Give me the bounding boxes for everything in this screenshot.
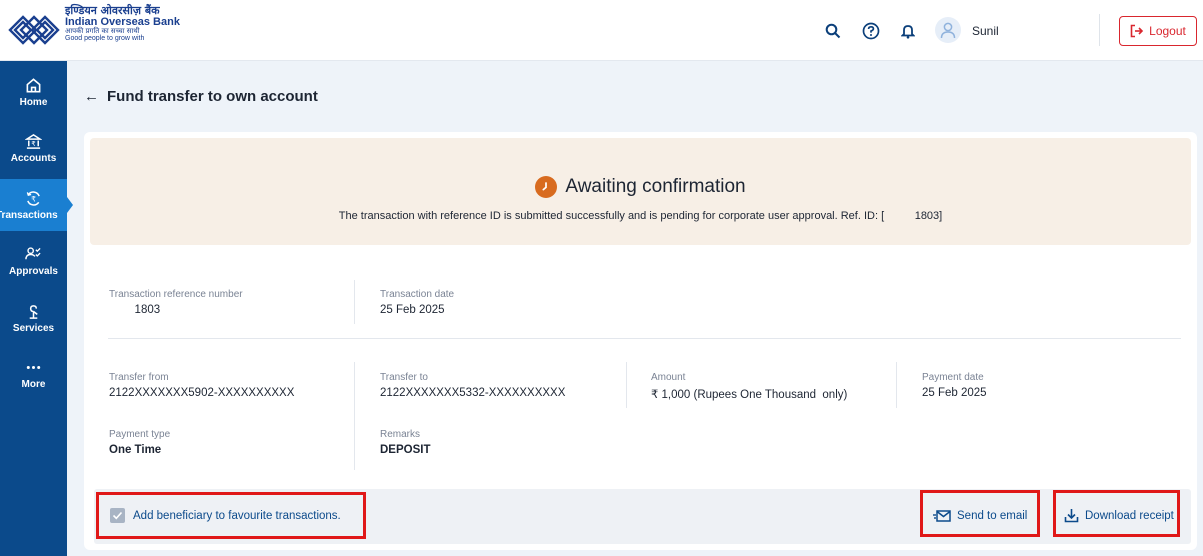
clock-icon <box>535 176 558 198</box>
svg-text:₹: ₹ <box>31 194 36 203</box>
page-title-text: Fund transfer to own account <box>107 88 318 105</box>
field-value: 2122XXXXXXX5332-XXXXXXXXXX <box>380 387 566 399</box>
sidebar: Home ₹ Accounts ₹ Transactions Approvals… <box>0 61 73 556</box>
transfer-from-field: Transfer from 2122XXXXXXX5902-XXXXXXXXXX <box>109 372 294 399</box>
sidebar-item-transactions[interactable]: ₹ Transactions <box>0 179 73 231</box>
brand-block: इण्डियन ओवरसीज़ बैंक Indian Overseas Ban… <box>65 5 180 43</box>
remarks-field: Remarks DEPOSIT <box>380 429 430 456</box>
send-to-email-label: Send to email <box>957 509 1028 522</box>
top-header: इण्डियन ओवरसीज़ बैंक Indian Overseas Ban… <box>0 0 1203 61</box>
sidebar-item-approvals[interactable]: Approvals <box>0 235 67 287</box>
field-value: One Time <box>109 444 162 456</box>
sidebar-item-label: Services <box>12 322 55 334</box>
field-label: Amount <box>651 372 686 383</box>
logout-label: Logout <box>1149 24 1186 38</box>
sidebar-item-label: Transactions <box>0 209 58 221</box>
brand-tagline-english: Good people to grow with <box>65 35 145 43</box>
services-icon <box>29 304 38 319</box>
txn-ref-field: Transaction reference number 1803 <box>109 289 243 316</box>
header-divider <box>1099 14 1100 46</box>
txn-date-field: Transaction date 25 Feb 2025 <box>380 289 454 316</box>
bell-icon[interactable] <box>898 21 918 41</box>
search-icon[interactable] <box>823 21 843 41</box>
download-icon <box>1064 509 1079 523</box>
download-receipt-button[interactable]: Download receipt <box>1064 491 1174 540</box>
status-message: The transaction with reference ID is sub… <box>338 210 943 222</box>
transaction-card: Awaiting confirmation The transaction wi… <box>84 132 1197 550</box>
send-to-email-button[interactable]: Send to email <box>933 491 1027 540</box>
action-bar: Add beneficiary to favourite transaction… <box>94 489 1191 544</box>
status-heading: Awaiting confirmation <box>90 176 1191 198</box>
status-banner: Awaiting confirmation The transaction wi… <box>90 138 1191 245</box>
transfer-to-field: Transfer to 2122XXXXXXX5332-XXXXXXXXXX <box>380 372 565 399</box>
approvals-icon <box>25 246 41 259</box>
rupee-exchange-icon: ₹ <box>26 190 40 206</box>
payment-date-field: Payment date 25 Feb 2025 <box>922 372 987 399</box>
field-label: Transaction date <box>380 289 455 300</box>
more-icon <box>26 365 41 369</box>
bank-logo <box>8 15 60 45</box>
column-divider <box>896 362 897 408</box>
amount-field: Amount ₹ 1,000 (Rupees One Thousand only… <box>651 372 847 401</box>
sidebar-item-more[interactable]: More <box>0 348 67 400</box>
field-label: Payment date <box>922 372 984 383</box>
email-send-icon <box>933 509 951 522</box>
field-label: Transfer to <box>380 372 428 383</box>
field-value: DEPOSIT <box>380 444 431 456</box>
sidebar-item-label: More <box>21 378 46 390</box>
favourite-label: Add beneficiary to favourite transaction… <box>133 509 341 522</box>
sidebar-item-label: Home <box>19 96 48 108</box>
field-value: 25 Feb 2025 <box>922 387 987 399</box>
field-label: Transfer from <box>109 372 169 383</box>
sidebar-item-services[interactable]: Services <box>0 292 67 344</box>
checkbox-checked-icon[interactable] <box>110 508 125 523</box>
field-value: 1803 <box>109 304 161 316</box>
field-value: 25 Feb 2025 <box>380 304 445 316</box>
user-name[interactable]: Sunil <box>972 24 999 38</box>
sidebar-item-label: Accounts <box>10 152 57 164</box>
brand-hindi-name: इण्डियन ओवरसीज़ बैंक <box>65 4 160 17</box>
field-value: ₹ 1,000 (Rupees One Thousand only) <box>651 389 848 401</box>
status-title: Awaiting confirmation <box>565 176 746 197</box>
sidebar-item-label: Approvals <box>9 265 58 277</box>
logout-button[interactable]: Logout <box>1119 16 1197 46</box>
column-divider <box>354 280 355 324</box>
field-label: Remarks <box>380 429 421 440</box>
field-label: Payment type <box>109 429 171 440</box>
favourite-checkbox-row[interactable]: Add beneficiary to favourite transaction… <box>110 491 341 540</box>
download-receipt-label: Download receipt <box>1085 509 1174 522</box>
back-arrow-icon[interactable]: ← <box>84 88 99 105</box>
field-value: 2122XXXXXXX5902-XXXXXXXXXX <box>109 387 295 399</box>
row-divider <box>108 338 1181 339</box>
brand-tagline-hindi: आपकी प्रगति का सच्चा साथी <box>65 27 140 36</box>
field-label: Transaction reference number <box>109 289 243 300</box>
svg-text:₹: ₹ <box>31 139 35 147</box>
sidebar-item-accounts[interactable]: ₹ Accounts <box>0 122 67 174</box>
column-divider <box>354 362 355 470</box>
avatar[interactable] <box>935 17 961 43</box>
home-icon <box>26 77 41 92</box>
help-icon[interactable] <box>861 21 881 41</box>
payment-type-field: Payment type One Time <box>109 429 170 456</box>
bank-icon: ₹ <box>25 133 42 149</box>
page-title: ← Fund transfer to own account <box>84 88 318 105</box>
sidebar-item-home[interactable]: Home <box>0 66 67 118</box>
logout-icon <box>1130 24 1144 38</box>
column-divider <box>626 362 627 408</box>
